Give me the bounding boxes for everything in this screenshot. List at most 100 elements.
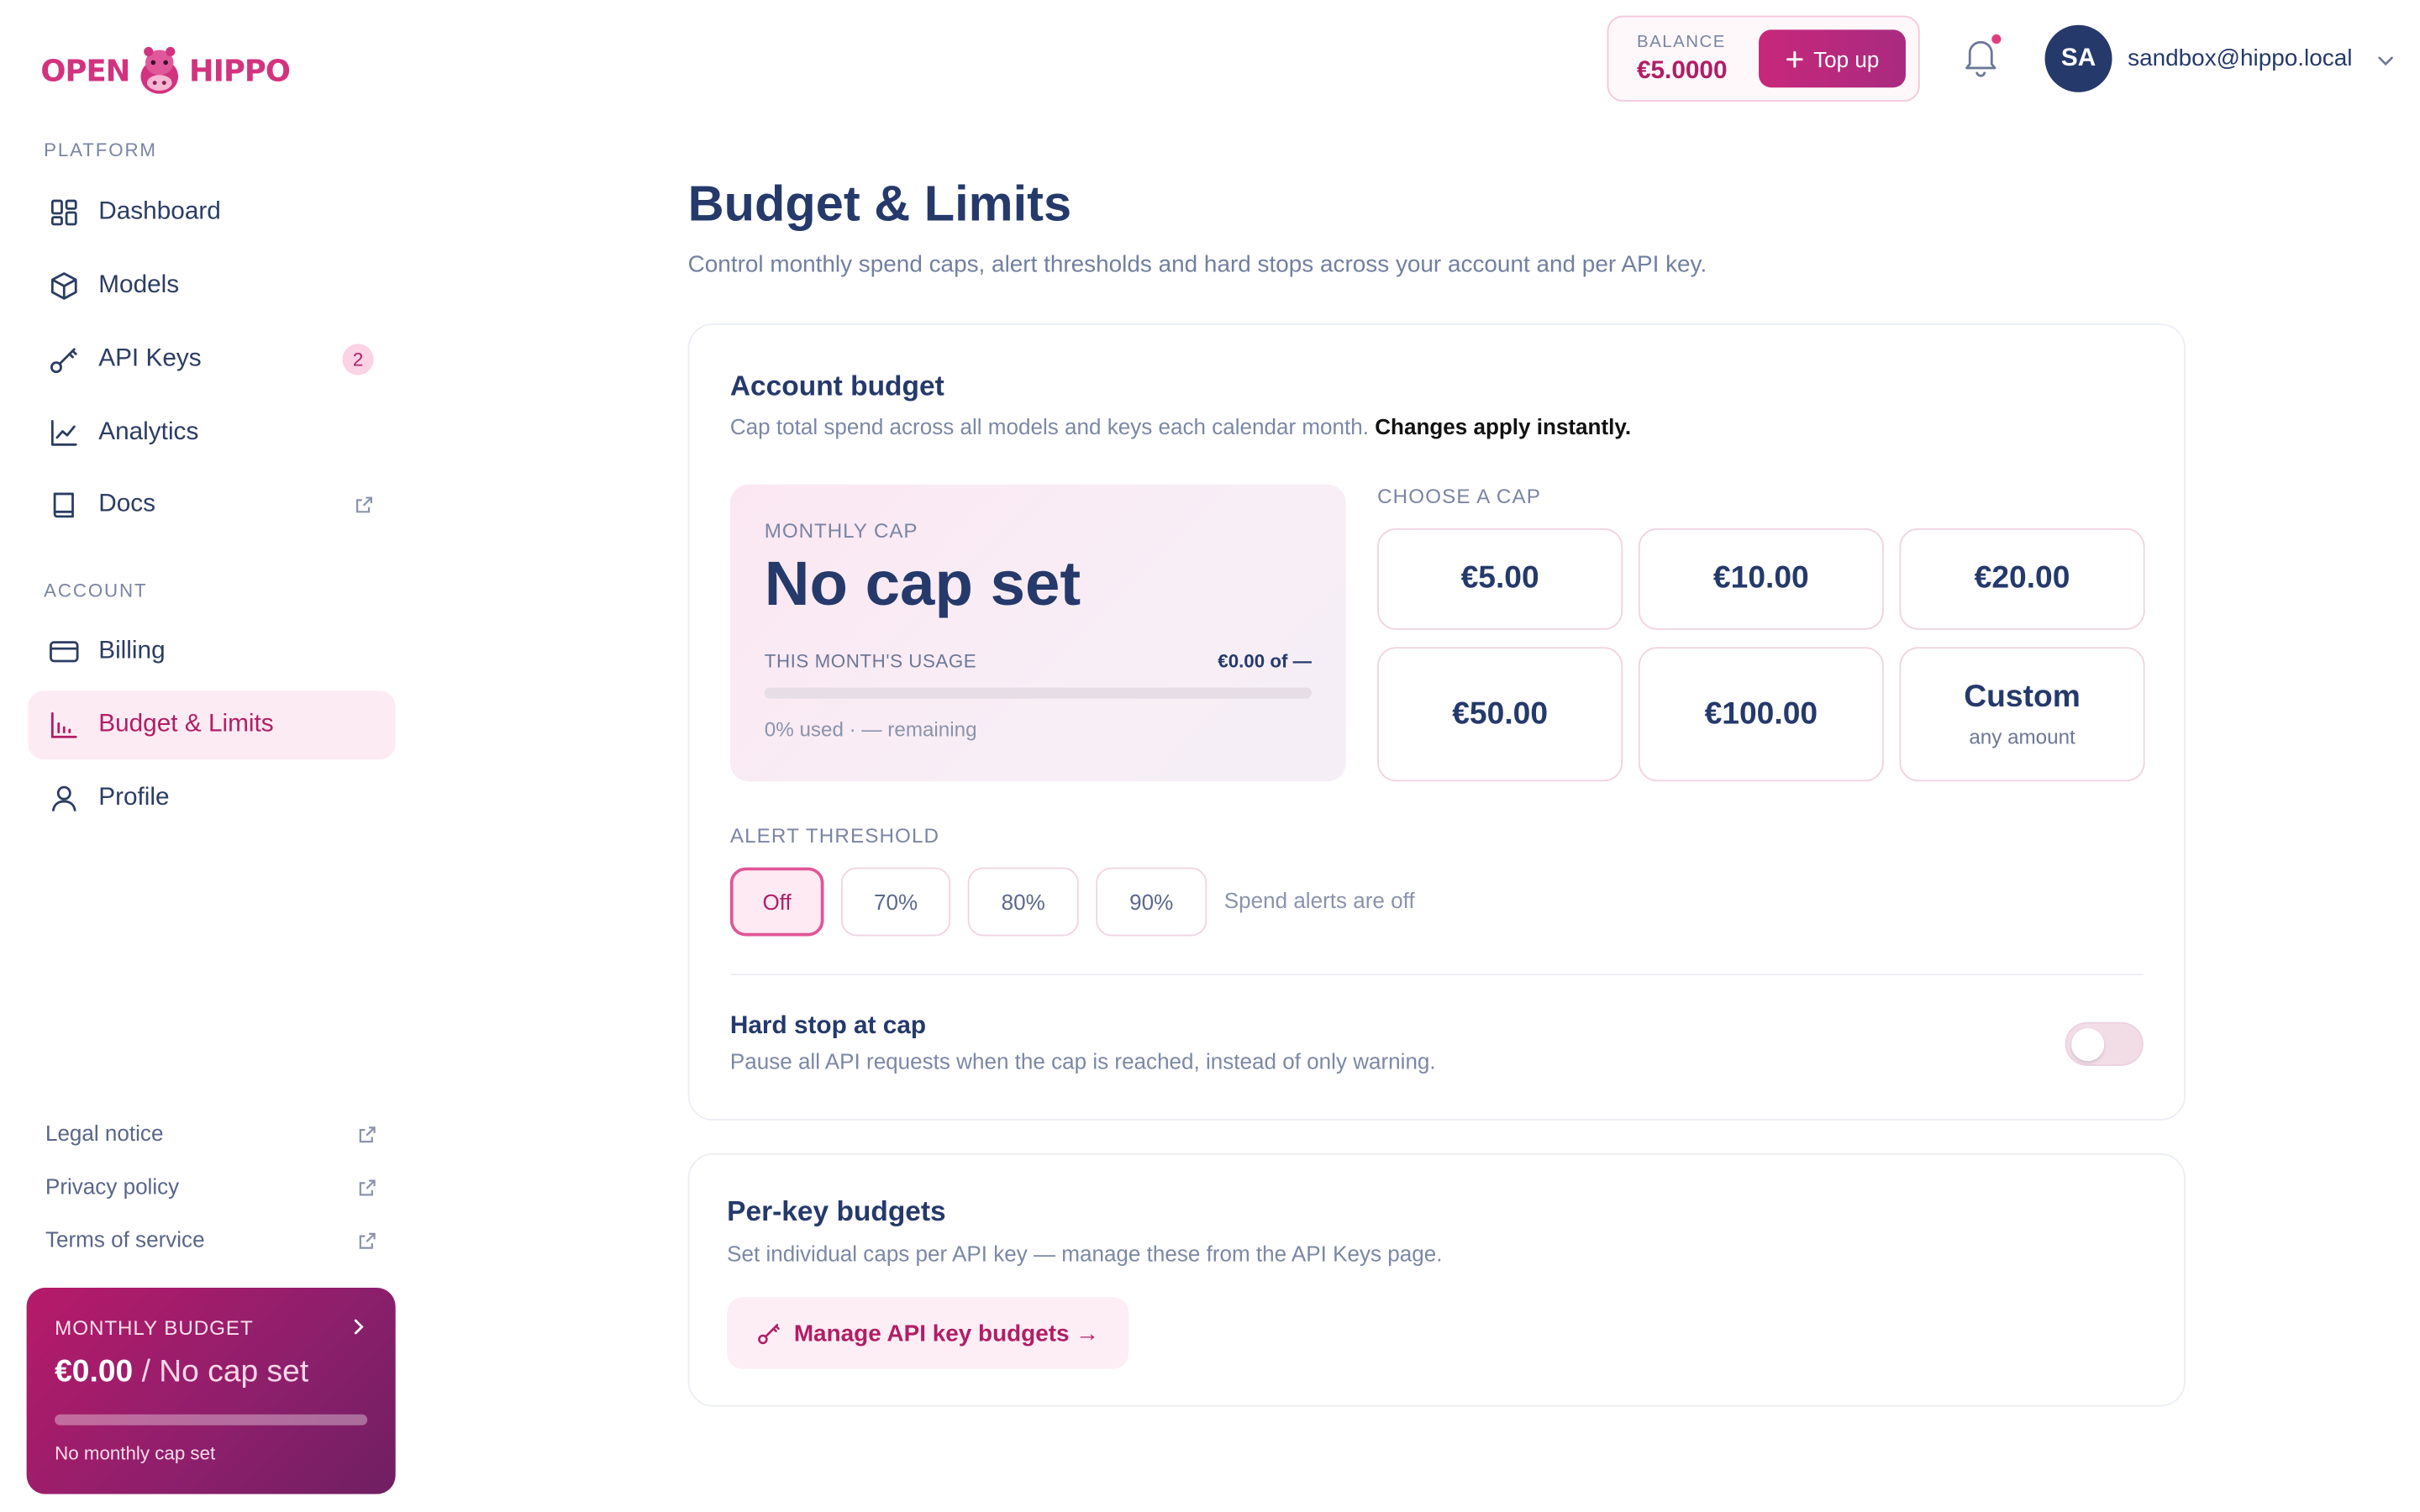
external-link-icon [358, 1124, 376, 1149]
monthly-cap-value: No cap set [764, 549, 1081, 619]
user-icon [49, 783, 80, 814]
user-email[interactable]: sandbox@hippo.local [2128, 45, 2352, 72]
sidebar-item-label: Analytics [98, 418, 199, 446]
alert-option-70[interactable]: 70% [840, 867, 951, 937]
toggle-knob [2071, 1028, 2105, 1062]
alert-option-90[interactable]: 90% [1096, 867, 1207, 937]
monthly-budget-label: MONTHLY BUDGET [55, 1315, 254, 1340]
sidebar-item-analytics[interactable]: Analytics [28, 398, 395, 467]
usage-progress-bar [764, 687, 1312, 699]
usage-value: €0.00 of — [1218, 649, 1312, 673]
monthly-budget-separator: / [141, 1355, 150, 1389]
monthly-budget-cap: No cap set [159, 1355, 309, 1389]
account-budget-subtitle: Cap total spend across all models and ke… [730, 414, 1631, 439]
footer-link-legal-notice[interactable]: Legal notice [45, 1121, 376, 1146]
choose-cap-label: CHOOSE A CAP [1377, 484, 1541, 508]
sidebar: OPEN HIPPO PLATFORM Dashboard Models API… [0, 0, 422, 1512]
balance-label: BALANCE [1636, 33, 1726, 52]
external-link-icon [355, 494, 373, 522]
account-budget-title: Account budget [729, 370, 944, 402]
chevron-right-icon [349, 1316, 367, 1344]
external-link-icon [358, 1177, 376, 1202]
alert-status-text: Spend alerts are off [1223, 887, 1415, 913]
cap-option-100[interactable]: €100.00 [1638, 647, 1884, 782]
cap-option-sub: any amount [1969, 725, 2075, 749]
alert-option-off[interactable]: Off [729, 867, 824, 937]
alert-threshold-label: ALERT THRESHOLD [729, 823, 940, 848]
per-key-budgets-subtitle: Set individual caps per API key — manage… [727, 1241, 1443, 1267]
alert-option-80[interactable]: 80% [967, 867, 1079, 937]
sidebar-item-api-keys[interactable]: API Keys 2 [28, 325, 395, 394]
section-divider [729, 974, 2144, 975]
logo-text-hippo: HIPPO [189, 55, 291, 90]
monthly-cap-panel: MONTHLY CAP No cap set THIS MONTH'S USAG… [729, 484, 1346, 782]
per-key-budgets-title: Per-key budgets [727, 1195, 946, 1227]
bar-chart-icon [49, 710, 80, 741]
footer-link-label: Terms of service [45, 1226, 205, 1252]
cap-option-20[interactable]: €20.00 [1899, 528, 2145, 630]
sidebar-item-label: API Keys [98, 345, 202, 372]
top-up-label: Top up [1813, 45, 1880, 71]
cap-option-5[interactable]: €5.00 [1377, 528, 1623, 630]
account-budget-subtitle-bold: Changes apply instantly. [1375, 414, 1632, 439]
monthly-budget-amount: €0.00 / No cap set [55, 1355, 308, 1391]
cap-option-label: €100.00 [1704, 696, 1818, 731]
manage-api-key-budgets-button[interactable]: Manage API key budgets → [727, 1297, 1129, 1369]
monthly-budget-note: No monthly cap set [55, 1442, 216, 1465]
footer-link-label: Privacy policy [45, 1173, 180, 1200]
logo[interactable]: OPEN HIPPO [40, 44, 291, 100]
monthly-budget-progress-bar [55, 1414, 368, 1425]
hard-stop-toggle[interactable] [2065, 1021, 2144, 1066]
cap-option-label: Custom [1964, 680, 2081, 715]
cube-icon [49, 270, 80, 302]
cap-option-label: €5.00 [1460, 560, 1539, 596]
hard-stop-subtitle: Pause all API requests when the cap is r… [729, 1048, 1436, 1074]
sidebar-item-dashboard[interactable]: Dashboard [28, 178, 395, 247]
per-key-budgets-card: Per-key budgets Set individual caps per … [687, 1153, 2186, 1407]
cap-option-label: €10.00 [1712, 560, 1809, 596]
usage-label: THIS MONTH'S USAGE [764, 649, 977, 673]
sidebar-item-label: Models [98, 271, 180, 299]
page-subtitle: Control monthly spend caps, alert thresh… [687, 251, 1707, 279]
balance-box: BALANCE €5.0000 Top up [1607, 15, 1920, 102]
footer-link-terms-of-service[interactable]: Terms of service [45, 1226, 376, 1252]
footer-link-label: Legal notice [45, 1120, 164, 1146]
sidebar-item-label: Dashboard [98, 198, 221, 225]
section-label-account: ACCOUNT [44, 580, 148, 602]
logo-text-open: OPEN [40, 55, 130, 90]
cap-option-10[interactable]: €10.00 [1638, 528, 1884, 630]
chart-line-icon [49, 417, 80, 449]
sidebar-item-budget-limits[interactable]: Budget & Limits [28, 690, 396, 760]
cap-option-custom[interactable]: Custom any amount [1899, 647, 2145, 782]
api-keys-count-badge: 2 [342, 344, 374, 375]
sidebar-item-label: Profile [98, 784, 170, 811]
sidebar-item-label: Docs [98, 491, 156, 517]
book-icon [49, 489, 80, 520]
usage-note: 0% used · — remaining [764, 717, 977, 741]
account-budget-subtitle-text: Cap total spend across all models and ke… [729, 414, 1370, 439]
chevron-down-icon[interactable] [2376, 50, 2395, 78]
manage-api-key-budgets-label: Manage API key budgets → [793, 1320, 1100, 1347]
avatar[interactable]: SA [2044, 24, 2112, 92]
hard-stop-title: Hard stop at cap [729, 1012, 927, 1040]
app-root: OPEN HIPPO PLATFORM Dashboard Models API… [0, 0, 2420, 1512]
key-icon [757, 1324, 780, 1345]
external-link-icon [358, 1230, 376, 1255]
plus-icon [1786, 50, 1803, 67]
cap-option-50[interactable]: €50.00 [1377, 647, 1623, 782]
footer-link-privacy-policy[interactable]: Privacy policy [45, 1173, 376, 1199]
credit-card-icon [49, 636, 80, 667]
sidebar-item-profile[interactable]: Profile [28, 764, 395, 833]
sidebar-item-models[interactable]: Models [28, 252, 395, 321]
notifications-button[interactable] [1960, 34, 2002, 78]
page-title: Budget & Limits [687, 175, 1072, 232]
sidebar-item-billing[interactable]: Billing [28, 617, 395, 686]
monthly-cap-label: MONTHLY CAP [764, 518, 918, 543]
balance-value: €5.0000 [1636, 57, 1728, 85]
monthly-budget-card[interactable]: MONTHLY BUDGET €0.00 / No cap set No mon… [26, 1288, 396, 1494]
cap-option-label: €50.00 [1452, 696, 1549, 731]
key-icon [49, 344, 80, 375]
sidebar-item-docs[interactable]: Docs [28, 470, 395, 539]
sidebar-item-label: Billing [98, 638, 166, 664]
top-up-button[interactable]: Top up [1759, 29, 1906, 88]
